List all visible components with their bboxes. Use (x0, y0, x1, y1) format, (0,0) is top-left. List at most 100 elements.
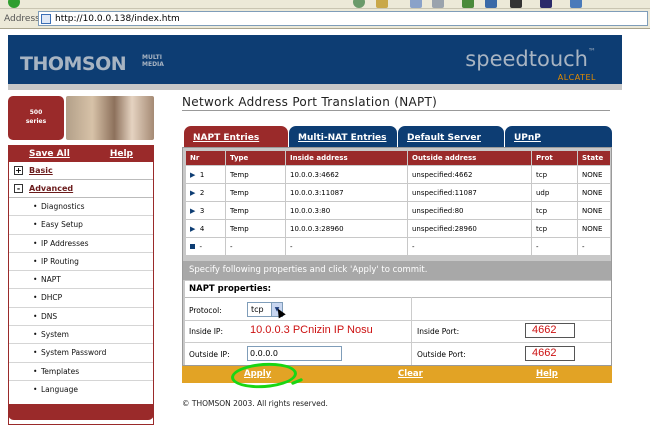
speedtouch-logo: speedtouch™ (465, 47, 596, 71)
napt-properties-form: NAPT properties: Protocol: tcp ▼ Inside … (185, 281, 611, 365)
refresh-icon[interactable] (353, 0, 365, 8)
nav-item-diagnostics[interactable]: Diagnostics (9, 198, 153, 217)
table-row[interactable]: ▶ 4 Temp 10.0.0.3:28960 unspecified:2896… (185, 219, 611, 238)
nav-item-napt[interactable]: NAPT (9, 271, 153, 290)
row-inside-address: 10.0.0.3:4662 (285, 165, 408, 184)
mail-icon[interactable] (410, 0, 422, 8)
row-inside-address: 10.0.0.3:80 (285, 201, 408, 220)
tab-bar: NAPT Entries Multi-NAT Entries Default S… (182, 126, 612, 147)
multimedia-logo: MULTI MEDIA (142, 54, 164, 68)
table-row[interactable]: ▶ 3 Temp 10.0.0.3:80 unspecified:80 tcp … (185, 201, 611, 220)
col-prot: Prot (531, 150, 578, 166)
row-inside-address: 10.0.0.3:28960 (285, 219, 408, 238)
address-bar: Address http://10.0.0.138/index.htm (0, 9, 650, 29)
inside-port-field[interactable]: 4662 (525, 323, 575, 338)
select-arrow-icon[interactable]: ▶ (190, 189, 195, 197)
tab-napt-entries[interactable]: NAPT Entries (184, 126, 288, 147)
alcatel-logo: ALCATEL (557, 73, 596, 82)
nav-item-system[interactable]: System (9, 326, 153, 345)
row-type: Temp (225, 219, 286, 238)
tab-multi-nat-entries[interactable]: Multi-NAT Entries (289, 126, 397, 147)
row-nr: 2 (199, 188, 205, 197)
nav-item-ip-addresses[interactable]: IP Addresses (9, 235, 153, 253)
nav-group-advanced-label[interactable]: Advanced (29, 184, 73, 193)
nav-item-easy-setup[interactable]: Easy Setup (9, 216, 153, 235)
nav-group-basic-label[interactable]: Basic (29, 166, 53, 175)
row-state: NONE (577, 165, 611, 184)
row-type: Temp (225, 183, 286, 202)
outside-ip-label: Outside IP: (189, 350, 230, 359)
row-prot: tcp (531, 165, 578, 184)
page-content: THOMSON MULTI MEDIA speedtouch™ ALCATEL … (0, 30, 650, 439)
nav-header: Save All Help (9, 146, 153, 162)
outside-port-field[interactable]: 4662 (525, 346, 575, 361)
page-title: Network Address Port Translation (NAPT) (182, 95, 438, 109)
row-nr-cell[interactable]: ▶ 3 (185, 201, 226, 220)
row-nr-cell[interactable]: ▶ 1 (185, 165, 226, 184)
properties-divider (185, 297, 611, 298)
tools-icon[interactable] (570, 0, 582, 8)
tab-upnp[interactable]: UPnP (505, 126, 612, 147)
row-outside-address: unspecified:80 (407, 201, 532, 220)
protocol-label: Protocol: (189, 306, 222, 315)
nav-item-dns[interactable]: DNS (9, 308, 153, 327)
url-text: http://10.0.0.138/index.htm (55, 14, 180, 24)
row-nr-cell[interactable]: ▶ 4 (185, 219, 226, 238)
col-outside-address: Outside address (407, 150, 532, 166)
clear-button[interactable]: Clear (398, 369, 423, 379)
row-inside-address: 10.0.0.3:11087 (285, 183, 408, 202)
help-link[interactable]: Help (110, 149, 133, 159)
info-bar: Specify following properties and click '… (183, 261, 611, 280)
outside-ip-field[interactable]: 0.0.0.0 (247, 346, 342, 361)
row-state: NONE (577, 201, 611, 220)
select-arrow-icon[interactable]: ▶ (190, 225, 195, 233)
new-entry-icon[interactable] (190, 243, 195, 249)
back-icon[interactable] (8, 0, 20, 8)
edit-icon[interactable] (462, 0, 474, 8)
inside-ip-field[interactable]: 10.0.0.3 PCnizin IP Nosu (247, 323, 407, 338)
row-nr: 4 (199, 224, 205, 233)
collapse-icon[interactable]: - (14, 184, 23, 193)
row-outside-address: unspecified:11087 (407, 183, 532, 202)
expand-icon[interactable]: + (14, 166, 23, 175)
table-row[interactable]: ▶ 1 Temp 10.0.0.3:4662 unspecified:4662 … (185, 165, 611, 184)
table-row[interactable]: ▶ 2 Temp 10.0.0.3:11087 unspecified:1108… (185, 183, 611, 202)
trademark-mark: ™ (588, 47, 596, 56)
row-prot: tcp (531, 201, 578, 220)
nav-footer (8, 404, 154, 420)
save-all-link[interactable]: Save All (29, 149, 70, 159)
inside-ip-label: Inside IP: (189, 327, 223, 336)
row-outside-address: unspecified:4662 (407, 165, 532, 184)
nav-item-language[interactable]: Language (9, 381, 153, 399)
row-nr-cell[interactable]: ▶ 2 (185, 183, 226, 202)
title-divider (182, 110, 610, 111)
history-icon[interactable] (376, 0, 388, 8)
nav-item-templates[interactable]: Templates (9, 363, 153, 381)
nav-item-ip-routing[interactable]: IP Routing (9, 253, 153, 272)
left-navigation: Save All Help + Basic - Advanced Diagnos… (8, 145, 154, 425)
messenger-icon[interactable] (510, 0, 522, 8)
media-icon[interactable] (540, 0, 552, 8)
row-state: NONE (577, 219, 611, 238)
properties-title: NAPT properties: (189, 284, 272, 294)
table-header-row: Nr Type Inside address Outside address P… (185, 150, 611, 166)
select-arrow-icon[interactable]: ▶ (190, 171, 195, 179)
napt-table: Nr Type Inside address Outside address P… (185, 150, 611, 256)
inside-port-label: Inside Port: (417, 327, 460, 336)
tab-default-server[interactable]: Default Server (398, 126, 504, 147)
url-input[interactable]: http://10.0.0.138/index.htm (38, 11, 648, 26)
select-arrow-icon[interactable]: ▶ (190, 207, 195, 215)
header-banner: THOMSON MULTI MEDIA speedtouch™ ALCATEL (8, 35, 622, 90)
help-button[interactable]: Help (536, 369, 558, 379)
nav-item-system-password[interactable]: System Password (9, 344, 153, 363)
table-new-row[interactable]: - - - - - - (185, 237, 611, 256)
nav-group-basic[interactable]: + Basic (9, 162, 153, 180)
new-row-nr-cell[interactable]: - (185, 237, 226, 256)
nav-item-dhcp[interactable]: DHCP (9, 289, 153, 308)
new-row-state: - (577, 237, 611, 256)
browser-toolbar (0, 0, 650, 9)
row-prot: udp (531, 183, 578, 202)
discuss-icon[interactable] (485, 0, 497, 8)
nav-group-advanced[interactable]: - Advanced (9, 180, 153, 198)
print-icon[interactable] (432, 0, 444, 8)
